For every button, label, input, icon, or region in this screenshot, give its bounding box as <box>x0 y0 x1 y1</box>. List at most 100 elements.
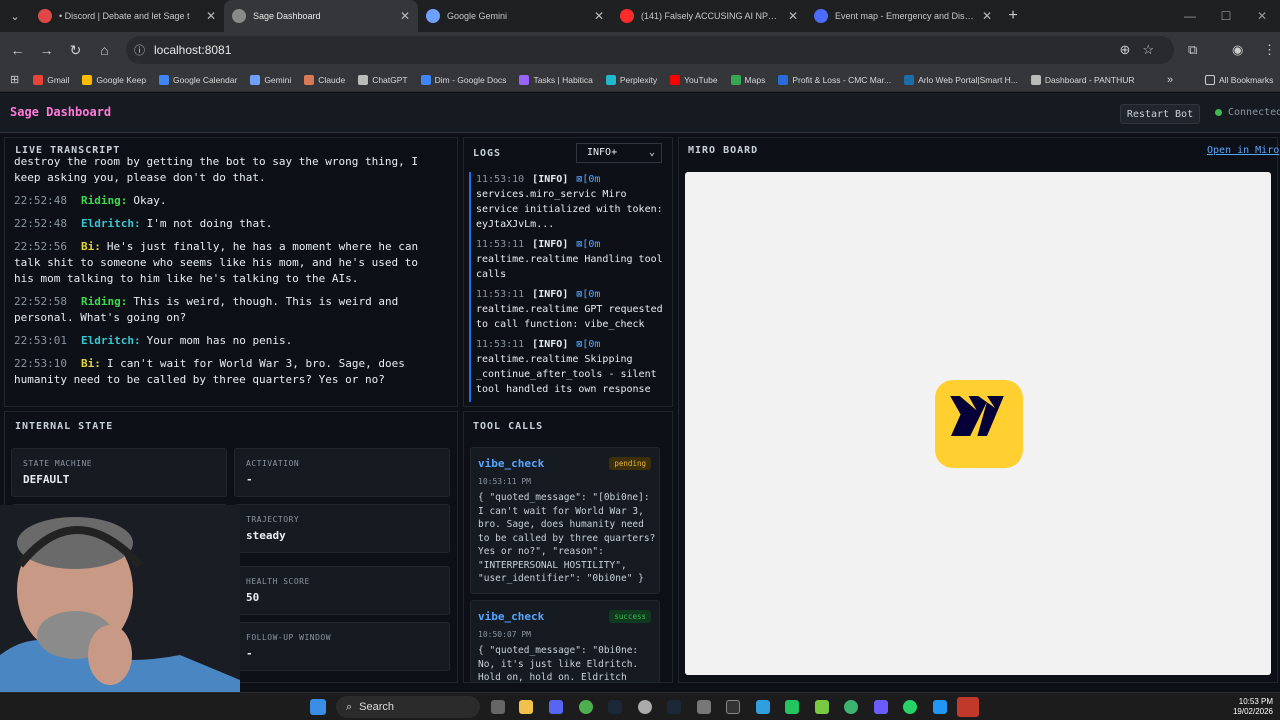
transcript-speaker: Eldritch: <box>80 334 141 347</box>
transcript-timestamp: 22:52:58 <box>14 295 67 308</box>
close-window-icon[interactable]: ✕ <box>1244 9 1280 23</box>
log-entry: 11:53:10 [INFO] ⊠[0m services.miro_servic M… <box>476 172 665 232</box>
log-level-select[interactable]: INFO+ ⌄ <box>576 143 662 163</box>
apps-grid-icon[interactable]: ⊞ <box>10 73 19 86</box>
taskbar-clock[interactable]: 10:53 PM 19/02/2026 <box>1233 697 1273 717</box>
bookmark-icon <box>730 74 741 85</box>
browser-tab[interactable]: Sage Dashboard ✕ <box>224 0 418 32</box>
back-icon[interactable]: ← <box>3 42 32 58</box>
tab-title: • Discord | Debate and let Sage t <box>59 11 190 21</box>
bookmark-star-icon[interactable]: ☆ <box>1142 42 1166 57</box>
app-icon-5[interactable] <box>844 700 858 714</box>
bookmark-item[interactable]: Perplexity <box>605 74 657 85</box>
bookmark-item[interactable]: Gemini <box>250 74 291 85</box>
whatsapp-icon[interactable] <box>903 700 917 714</box>
file-explorer-icon[interactable] <box>519 700 533 714</box>
start-icon[interactable] <box>310 699 326 715</box>
transcript-text: I'm not doing that. <box>146 217 273 230</box>
bookmark-label: Tasks | Habitica <box>533 74 593 85</box>
menu-icon[interactable]: ⋮ <box>1263 32 1276 68</box>
state-card: TRAJECTORY steady <box>234 504 450 553</box>
bookmark-item[interactable]: Profit & Loss - CMC Mar... <box>778 74 892 85</box>
bookmark-item[interactable]: Dim - Google Docs <box>420 74 507 85</box>
forward-icon[interactable]: → <box>32 42 61 58</box>
all-bookmarks[interactable]: All Bookmarks <box>1205 74 1273 85</box>
bookmark-label: Dim - Google Docs <box>434 74 507 85</box>
maximize-icon[interactable]: ☐ <box>1208 9 1244 23</box>
minimize-icon[interactable]: — <box>1172 9 1208 23</box>
task-view-icon[interactable] <box>491 700 505 714</box>
browser-tab[interactable]: Google Gemini ✕ <box>418 0 612 32</box>
steam-icon[interactable] <box>608 700 622 714</box>
url-bar[interactable]: ⓘ localhost:8081 ⊕☆ <box>126 36 1174 64</box>
tool-call-card[interactable]: vibe_check success 10:50:07 PM { "quoted_me… <box>470 600 660 683</box>
log-time: 11:53:11 <box>476 289 525 300</box>
transcript-timestamp: 22:52:48 <box>14 217 67 230</box>
bookmark-item[interactable]: Gmail <box>33 74 69 85</box>
bookmark-icon <box>1030 74 1041 85</box>
webcam-overlay <box>0 505 240 692</box>
bookmark-item[interactable]: ChatGPT <box>358 74 408 85</box>
discord-icon[interactable] <box>549 700 563 714</box>
bookmark-item[interactable]: YouTube <box>670 74 718 85</box>
logs-list[interactable]: 11:53:10 [INFO] ⊠[0m services.miro_servic M… <box>469 172 665 402</box>
transcript-speaker: Riding: <box>80 194 128 207</box>
tool-call-status-badge: pending <box>609 457 651 470</box>
tool-call-card[interactable]: vibe_check pending 10:53:11 PM { "quoted_me… <box>470 447 660 594</box>
terminal-icon[interactable] <box>726 700 740 714</box>
transcript-line: 22:52:58 Riding: This is weird, though. Th… <box>14 294 444 326</box>
miro-board-frame[interactable] <box>685 172 1271 675</box>
site-info-icon[interactable]: ⓘ <box>134 42 145 58</box>
bookmark-label: YouTube <box>684 74 718 85</box>
bookmark-label: Profit & Loss - CMC Mar... <box>792 74 892 85</box>
tab-close-icon[interactable]: ✕ <box>206 9 216 23</box>
more-bookmarks-icon[interactable]: » <box>1167 74 1173 86</box>
extensions-icon[interactable]: ⧉ <box>1188 32 1197 68</box>
bookmark-item[interactable]: Google Keep <box>82 74 146 85</box>
profile-icon[interactable]: ◉ <box>1232 32 1243 68</box>
transcript-speaker: Riding: <box>80 295 128 308</box>
reload-icon[interactable]: ↻ <box>61 42 90 59</box>
tab-close-icon[interactable]: ✕ <box>982 9 992 23</box>
tab-close-icon[interactable]: ✕ <box>594 9 604 23</box>
tab-search-icon[interactable]: ⌄ <box>0 0 30 32</box>
transcript-line: 22:52:48 Riding: Okay. <box>14 193 444 209</box>
chrome-icon[interactable] <box>579 700 593 714</box>
bookmark-item[interactable]: Arlo Web Portal|Smart H... <box>904 74 1018 85</box>
app-icon-6[interactable] <box>874 700 888 714</box>
state-card-label: FOLLOW-UP WINDOW <box>246 633 332 642</box>
app-icon-7[interactable] <box>933 700 947 714</box>
browser-tab[interactable]: • Discord | Debate and let Sage t ✕ <box>30 0 224 32</box>
browser-tab[interactable]: (141) Falsely ACCUSING AI NPCS in Si ✕ <box>612 0 806 32</box>
app-icon-4[interactable] <box>785 700 799 714</box>
restart-bot-button[interactable]: Restart Bot <box>1120 104 1200 124</box>
bookmark-item[interactable]: Dashboard - PANTHUR <box>1030 74 1135 85</box>
bookmark-item[interactable]: Claude <box>304 74 345 85</box>
tool-call-args: { "quoted_message": "[0bi0ne]: I can't w… <box>478 492 656 584</box>
taskbar-search[interactable]: ⌕ Search <box>336 696 480 718</box>
home-icon[interactable]: ⌂ <box>90 42 119 58</box>
transcript-list[interactable]: destroy the room by getting the bot to s… <box>14 154 444 394</box>
tools-title: TOOL CALLS <box>473 421 544 432</box>
log-text: realtime.realtime Skipping _continue_aft… <box>476 354 657 395</box>
bookmark-item[interactable]: Maps <box>730 74 765 85</box>
browser-tab[interactable]: Event map - Emergency and Disaster ✕ <box>806 0 1000 32</box>
open-in-miro-link[interactable]: Open in Miro <box>1207 145 1279 156</box>
tab-close-icon[interactable]: ✕ <box>788 9 798 23</box>
app-icon-3[interactable] <box>697 700 711 714</box>
state-card-label: TRAJECTORY <box>246 515 300 524</box>
active-app-icon[interactable] <box>957 697 979 717</box>
notepad-icon[interactable] <box>756 700 770 714</box>
state-card-value: 50 <box>246 591 260 604</box>
status-dot-icon <box>1215 109 1222 116</box>
tab-close-icon[interactable]: ✕ <box>400 9 410 23</box>
state-card-value: steady <box>246 529 286 542</box>
play-icon[interactable] <box>815 700 829 714</box>
bookmark-item[interactable]: Tasks | Habitica <box>519 74 593 85</box>
app-icon-2[interactable] <box>667 700 681 714</box>
zoom-icon[interactable]: ⊕ <box>1119 42 1142 57</box>
new-tab-button[interactable]: + <box>1000 7 1026 25</box>
log-text: services.miro_servic Miro service initia… <box>476 189 663 230</box>
app-icon-1[interactable] <box>638 700 652 714</box>
bookmark-item[interactable]: Google Calendar <box>159 74 237 85</box>
